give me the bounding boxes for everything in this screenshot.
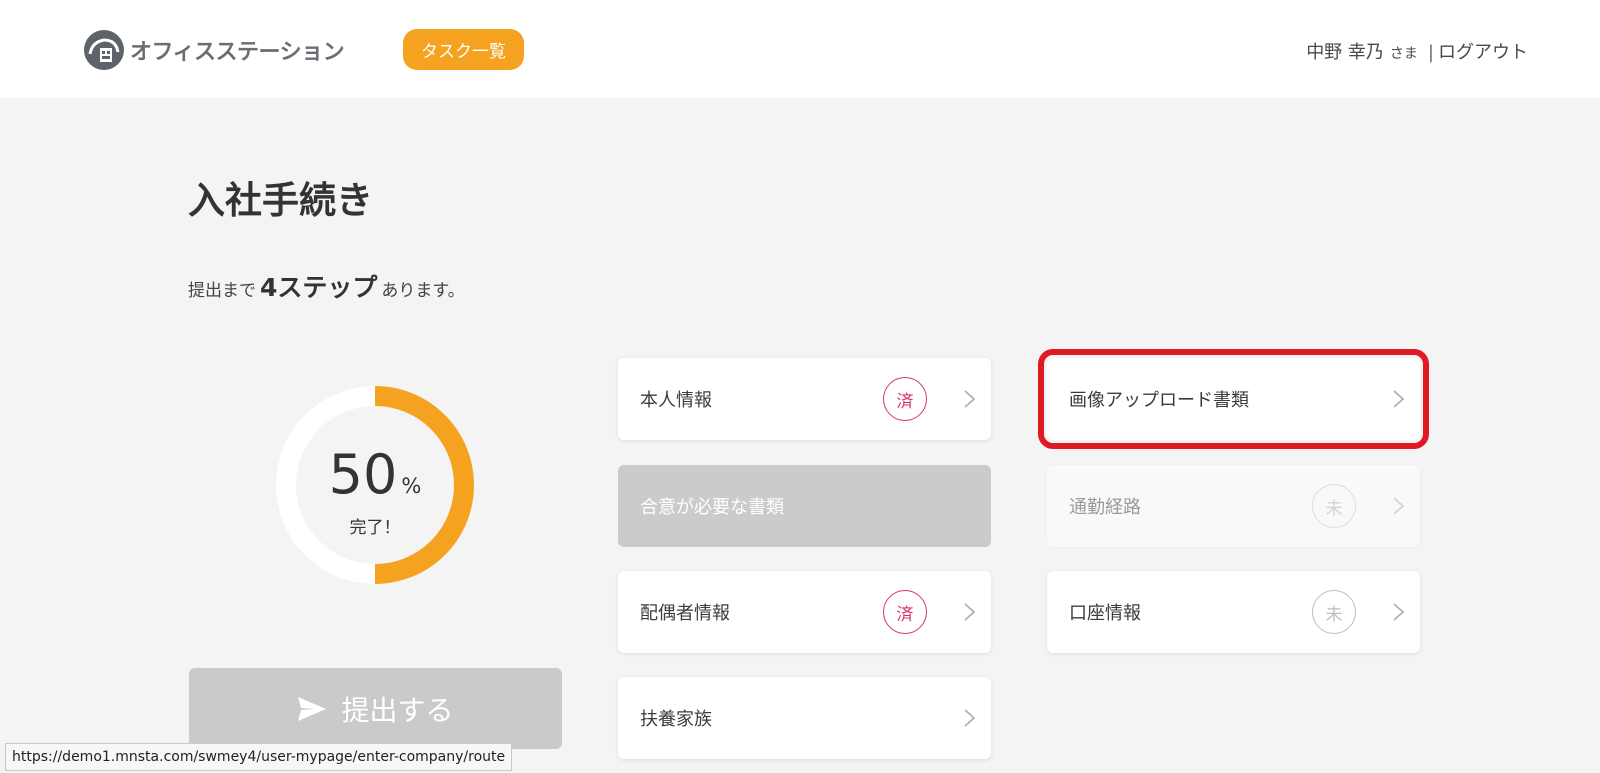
card-label: 通勤経路 (1069, 497, 1141, 518)
submit-button[interactable]: 提出する (189, 668, 562, 749)
card-label: 配偶者情報 (640, 603, 730, 624)
card-label: 扶養家族 (640, 709, 712, 730)
logo-text: オフィスステーション (130, 40, 345, 65)
steps-remaining: 提出まで 4ステップ あります。 (188, 268, 465, 304)
progress-done-label: 完了！ (349, 518, 401, 538)
todo-badge: 未 (1312, 590, 1356, 634)
chevron-right-icon (964, 603, 976, 621)
progress-percent: 50% (276, 448, 474, 502)
logo[interactable]: オフィスステーション (82, 28, 345, 72)
progress-value: 50 (328, 443, 398, 506)
header-separator: | (1427, 42, 1434, 63)
chevron-right-icon (1393, 603, 1405, 621)
card-commute-route[interactable]: 通勤経路 未 (1047, 465, 1420, 547)
progress-unit: % (401, 474, 422, 498)
done-badge: 済 (883, 590, 927, 634)
steps-suffix: あります。 (381, 281, 465, 301)
user-area: 中野 幸乃 さま | ログアウト (1306, 38, 1528, 64)
page-title: 入社手続き (188, 179, 373, 222)
submit-label: 提出する (341, 693, 454, 727)
logo-icon (84, 30, 124, 70)
logout-link[interactable]: ログアウト (1438, 38, 1528, 64)
task-list-button[interactable]: タスク一覧 (403, 29, 524, 70)
todo-badge: 未 (1312, 484, 1356, 528)
card-image-upload-documents[interactable]: 画像アップロード書類 (1038, 349, 1429, 449)
chevron-right-icon (1393, 497, 1405, 515)
card-label: 画像アップロード書類 (1069, 390, 1249, 411)
card-label: 本人情報 (640, 390, 712, 411)
status-bar-url: https://demo1.mnsta.com/swmey4/user-mypa… (5, 743, 513, 771)
card-bank-account[interactable]: 口座情報 未 (1047, 571, 1420, 653)
send-icon (298, 696, 327, 721)
chevron-right-icon (964, 390, 976, 408)
user-name: 中野 幸乃 (1306, 42, 1384, 63)
card-consent-documents[interactable]: 合意が必要な書類 (618, 465, 991, 547)
card-label: 口座情報 (1069, 603, 1141, 624)
done-badge: 済 (883, 377, 927, 421)
chevron-right-icon (964, 709, 976, 727)
header: オフィスステーション タスク一覧 中野 幸乃 さま | ログアウト (0, 0, 1600, 98)
card-dependents[interactable]: 扶養家族 (618, 677, 991, 759)
card-spouse-info[interactable]: 配偶者情報 済 (618, 571, 991, 653)
card-personal-info[interactable]: 本人情報 済 (618, 358, 991, 440)
steps-count: 4ステップ (260, 273, 378, 302)
user-suffix: さま (1389, 46, 1418, 62)
chevron-right-icon (1393, 390, 1405, 408)
steps-prefix: 提出まで (188, 281, 256, 301)
card-label: 合意が必要な書類 (640, 497, 784, 518)
